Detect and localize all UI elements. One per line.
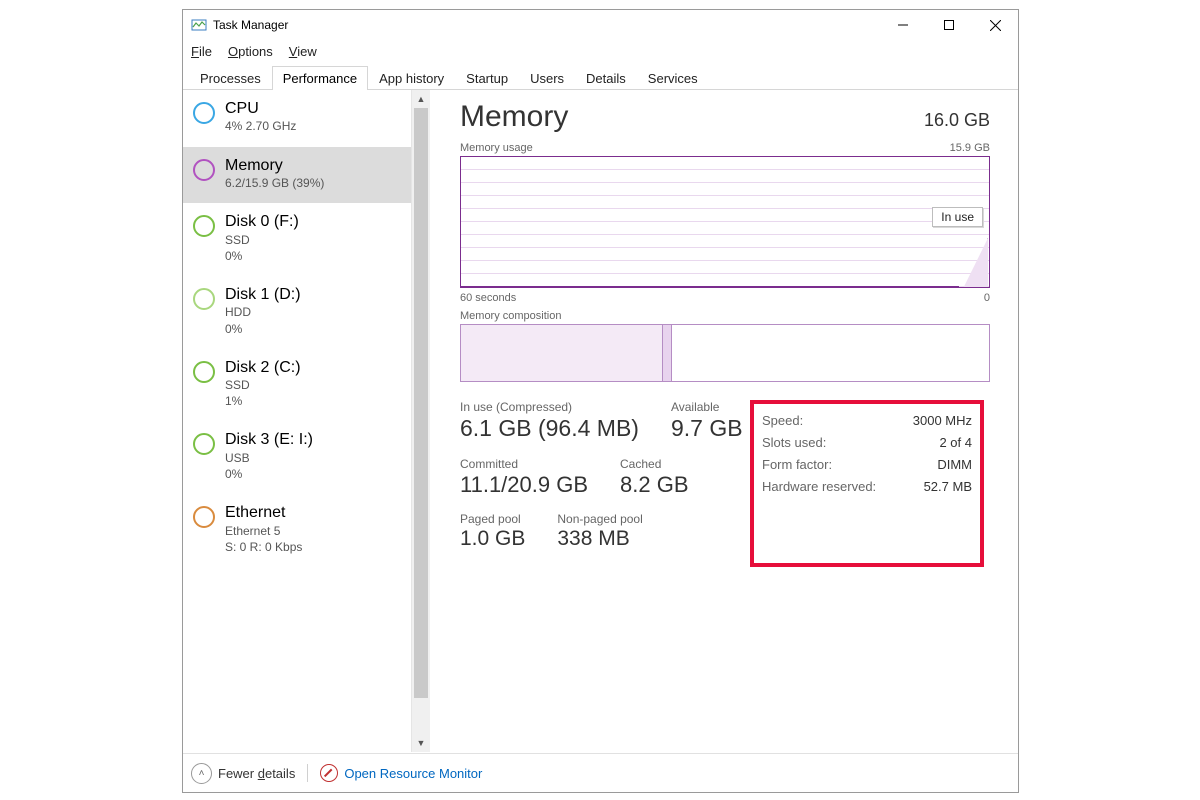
sidebar-scrollbar[interactable]: ▲ ▼: [411, 90, 430, 752]
spec-hw-value: 52.7 MB: [924, 476, 972, 498]
ethernet-icon: [193, 506, 215, 528]
stat-available-value: 9.7 GB: [671, 414, 743, 443]
performance-sidebar: CPU 4% 2.70 GHz Memory 6.2/15.9 GB (39%)…: [183, 90, 411, 752]
memory-specs-box: Speed: 3000 MHz Slots used: 2 of 4 Form fa…: [750, 400, 984, 567]
sidebar-item-sub2: 0%: [225, 321, 301, 337]
stat-committed-label: Committed: [460, 457, 588, 471]
scroll-thumb[interactable]: [414, 108, 428, 698]
sidebar-item-sub2: 0%: [225, 466, 313, 482]
stat-in-use-label: In use (Compressed): [460, 400, 639, 414]
spec-form-label: Form factor:: [762, 454, 832, 476]
chart-label-left: Memory usage: [460, 142, 533, 154]
sidebar-item-label: Memory: [225, 157, 324, 175]
sidebar-item-ethernet[interactable]: Ethernet Ethernet 5 S: 0 R: 0 Kbps: [183, 494, 411, 567]
tab-app-history[interactable]: App history: [368, 66, 455, 90]
sidebar-item-sub: Ethernet 5: [225, 523, 302, 539]
composition-label: Memory composition: [460, 310, 990, 322]
sidebar-item-cpu[interactable]: CPU 4% 2.70 GHz: [183, 90, 411, 147]
sidebar-item-disk3[interactable]: Disk 3 (E: I:) USB 0%: [183, 421, 411, 494]
window-title: Task Manager: [213, 18, 288, 32]
spec-hw-label: Hardware reserved:: [762, 476, 876, 498]
menubar: File Options View: [183, 40, 1018, 66]
sidebar-item-sub: USB: [225, 450, 313, 466]
scroll-down-icon[interactable]: ▼: [412, 734, 430, 752]
chart-axis-left: 60 seconds: [460, 292, 516, 304]
minimize-button[interactable]: [880, 10, 926, 40]
stat-in-use-value: 6.1 GB (96.4 MB): [460, 414, 639, 443]
sidebar-item-label: CPU: [225, 100, 296, 118]
open-resource-monitor-link[interactable]: Open Resource Monitor: [320, 764, 482, 782]
sidebar-item-label: Ethernet: [225, 504, 302, 522]
stat-nonpaged-label: Non-paged pool: [557, 512, 642, 526]
task-manager-window: Task Manager File Options View Processes…: [182, 9, 1019, 793]
tabstrip: Processes Performance App history Startu…: [183, 66, 1018, 90]
memory-composition-chart[interactable]: [460, 324, 990, 382]
titlebar: Task Manager: [183, 10, 1018, 40]
sidebar-item-label: Disk 3 (E: I:): [225, 431, 313, 449]
cpu-icon: [193, 102, 215, 124]
memory-capacity: 16.0 GB: [924, 110, 990, 131]
menu-options[interactable]: Options: [228, 44, 273, 59]
memory-panel: Memory 16.0 GB Memory usage 15.9 GB In u…: [430, 90, 1018, 752]
stat-cached-value: 8.2 GB: [620, 471, 688, 499]
close-button[interactable]: [972, 10, 1018, 40]
sidebar-item-label: Disk 2 (C:): [225, 359, 301, 377]
menu-file[interactable]: File: [191, 44, 212, 59]
sidebar-item-disk1[interactable]: Disk 1 (D:) HDD 0%: [183, 276, 411, 349]
memory-usage-chart[interactable]: In use: [460, 156, 990, 288]
sidebar-item-sub: HDD: [225, 304, 301, 320]
tab-processes[interactable]: Processes: [189, 66, 272, 90]
tab-details[interactable]: Details: [575, 66, 637, 90]
maximize-button[interactable]: [926, 10, 972, 40]
tab-services[interactable]: Services: [637, 66, 709, 90]
spec-form-value: DIMM: [937, 454, 972, 476]
memory-icon: [193, 159, 215, 181]
menu-view[interactable]: View: [289, 44, 317, 59]
spec-slots-label: Slots used:: [762, 432, 826, 454]
stat-paged-label: Paged pool: [460, 512, 525, 526]
chevron-up-icon: ˄: [191, 763, 212, 784]
spec-speed-label: Speed:: [762, 410, 803, 432]
sidebar-item-sub2: S: 0 R: 0 Kbps: [225, 539, 302, 555]
sidebar-item-sub2: 0%: [225, 248, 299, 264]
sidebar-item-sub: SSD: [225, 232, 299, 248]
stat-committed-value: 11.1/20.9 GB: [460, 471, 588, 499]
sidebar-item-sub: SSD: [225, 377, 301, 393]
spec-speed-value: 3000 MHz: [913, 410, 972, 432]
chart-label-right: 15.9 GB: [950, 142, 990, 154]
sidebar-item-sub2: 1%: [225, 393, 301, 409]
stat-paged-value: 1.0 GB: [460, 526, 525, 552]
tab-startup[interactable]: Startup: [455, 66, 519, 90]
spec-slots-value: 2 of 4: [939, 432, 972, 454]
stat-available-label: Available: [671, 400, 743, 414]
tab-performance[interactable]: Performance: [272, 66, 368, 90]
sidebar-item-sub: 4% 2.70 GHz: [225, 118, 296, 134]
tab-users[interactable]: Users: [519, 66, 575, 90]
chart-in-use-badge: In use: [932, 207, 983, 227]
resource-monitor-icon: [320, 764, 338, 782]
page-title: Memory: [460, 100, 568, 134]
divider: [307, 764, 308, 782]
footer: ˄ Fewer details Open Resource Monitor: [183, 753, 1018, 792]
disk-icon: [193, 433, 215, 455]
stat-nonpaged-value: 338 MB: [557, 526, 642, 552]
sidebar-item-disk0[interactable]: Disk 0 (F:) SSD 0%: [183, 203, 411, 276]
stat-cached-label: Cached: [620, 457, 688, 471]
scroll-up-icon[interactable]: ▲: [412, 90, 430, 108]
fewer-details-button[interactable]: ˄ Fewer details: [191, 763, 295, 784]
sidebar-item-memory[interactable]: Memory 6.2/15.9 GB (39%): [183, 147, 411, 204]
disk-icon: [193, 361, 215, 383]
sidebar-item-label: Disk 1 (D:): [225, 286, 301, 304]
sidebar-item-label: Disk 0 (F:): [225, 213, 299, 231]
app-icon: [191, 17, 207, 33]
sidebar-item-disk2[interactable]: Disk 2 (C:) SSD 1%: [183, 349, 411, 422]
disk-icon: [193, 288, 215, 310]
chart-axis-right: 0: [984, 292, 990, 304]
disk-icon: [193, 215, 215, 237]
sidebar-item-sub: 6.2/15.9 GB (39%): [225, 175, 324, 191]
